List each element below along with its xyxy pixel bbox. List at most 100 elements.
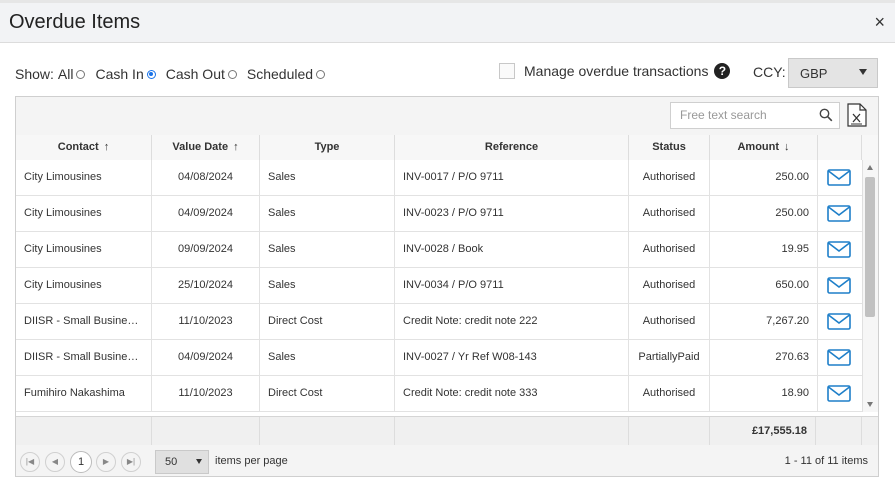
grid-header: Contact ↑ Value Date ↑ Type Reference Stat… [16, 135, 878, 161]
table-row[interactable]: Fumihiro Nakashima 11/10/2023 Direct Cos… [16, 376, 862, 412]
table-row[interactable]: DIISR - Small Business ... 04/09/2024 Sa… [16, 340, 862, 376]
column-header-type[interactable]: Type [260, 135, 395, 160]
cell-status: Authorised [629, 232, 710, 267]
sort-desc-icon: ↓ [784, 141, 790, 153]
search-box[interactable] [670, 102, 840, 129]
cell-reference: Credit Note: credit note 333 [395, 376, 629, 411]
cell-value-date: 11/10/2023 [152, 304, 260, 339]
excel-export-icon[interactable] [847, 103, 867, 127]
cell-reference: Credit Note: credit note 222 [395, 304, 629, 339]
table-row[interactable]: City Limousines 09/09/2024 Sales INV-002… [16, 232, 862, 268]
filter-all-label[interactable]: All [58, 66, 74, 82]
table-row[interactable]: DIISR - Small Business ... 11/10/2023 Di… [16, 304, 862, 340]
column-header-contact[interactable]: Contact ↑ [16, 135, 152, 160]
column-header-value-date-label: Value Date [172, 141, 229, 153]
mail-icon[interactable] [827, 277, 851, 294]
footer-cell [629, 417, 710, 446]
footer-cell [152, 417, 260, 446]
manage-overdue-checkbox[interactable] [499, 63, 515, 79]
filter-all-radio[interactable] [76, 69, 86, 79]
show-filter-group: Show: All Cash In Cash Out Scheduled [15, 63, 335, 85]
pager-info: 1 - 11 of 11 items [784, 455, 868, 467]
column-header-amount[interactable]: Amount ↓ [710, 135, 818, 160]
help-icon[interactable]: ? [714, 63, 731, 79]
footer-cell [818, 417, 862, 446]
cell-type: Sales [260, 232, 395, 267]
cell-type: Sales [260, 196, 395, 231]
vertical-scrollbar[interactable] [862, 160, 878, 412]
dialog-titlebar: Overdue Items × [0, 3, 895, 43]
total-amount: £17,555.18 [710, 417, 816, 446]
cell-contact: City Limousines [16, 268, 152, 303]
cell-amount: 7,267.20 [710, 304, 818, 339]
scroll-up-icon[interactable] [867, 165, 873, 170]
page-size-value: 50 [165, 456, 178, 468]
cell-status: PartiallyPaid [629, 340, 710, 375]
cell-contact: City Limousines [16, 196, 152, 231]
page-size-select[interactable]: 50 [155, 450, 209, 474]
next-page-icon[interactable]: ▶ [96, 452, 116, 472]
filter-cash-out-label[interactable]: Cash Out [166, 66, 225, 82]
cell-contact: Fumihiro Nakashima [16, 376, 152, 411]
manage-overdue-group: Manage overdue transactions ? [499, 63, 731, 79]
cell-value-date: 11/10/2023 [152, 376, 260, 411]
table-row[interactable]: City Limousines 04/08/2024 Sales INV-001… [16, 160, 862, 196]
column-header-reference-label: Reference [484, 141, 539, 153]
cell-amount: 270.63 [710, 340, 818, 375]
cell-type: Sales [260, 160, 395, 195]
cell-status: Authorised [629, 376, 710, 411]
grid-toolbar [16, 97, 878, 136]
manage-overdue-label[interactable]: Manage overdue transactions [524, 63, 708, 79]
cell-status: Authorised [629, 196, 710, 231]
table-row[interactable]: City Limousines 25/10/2024 Sales INV-003… [16, 268, 862, 304]
filter-cash-in-radio[interactable] [146, 69, 156, 79]
footer-cell [16, 417, 152, 446]
table-row[interactable]: City Limousines 04/09/2024 Sales INV-002… [16, 196, 862, 232]
search-icon[interactable] [819, 108, 833, 122]
filter-scheduled-radio[interactable] [316, 69, 326, 79]
mail-icon[interactable] [827, 349, 851, 366]
column-header-status[interactable]: Status [629, 135, 710, 160]
filter-cash-in-label[interactable]: Cash In [95, 66, 143, 82]
ccy-value: GBP [800, 66, 828, 81]
grid-body: City Limousines 04/08/2024 Sales INV-001… [16, 160, 878, 412]
mail-icon[interactable] [827, 241, 851, 258]
cell-value-date: 04/08/2024 [152, 160, 260, 195]
cell-value-date: 25/10/2024 [152, 268, 260, 303]
first-page-icon[interactable]: |◀ [20, 452, 40, 472]
sort-asc-icon: ↑ [103, 141, 110, 153]
cell-reference: INV-0034 / P/O 9711 [395, 268, 629, 303]
filter-scheduled-label[interactable]: Scheduled [247, 66, 313, 82]
dialog-title: Overdue Items [9, 11, 141, 33]
cell-reference: INV-0023 / P/O 9711 [395, 196, 629, 231]
mail-icon[interactable] [827, 385, 851, 402]
column-header-actions [818, 135, 862, 160]
last-page-icon[interactable]: ▶| [121, 452, 141, 472]
cell-amount: 19.95 [710, 232, 818, 267]
ccy-label: CCY: [753, 64, 786, 80]
mail-icon[interactable] [827, 313, 851, 330]
cell-contact: DIISR - Small Business ... [16, 304, 152, 339]
show-label: Show: [15, 66, 54, 82]
prev-page-icon[interactable]: ◀ [45, 452, 65, 472]
current-page[interactable]: 1 [70, 451, 92, 473]
cell-type: Direct Cost [260, 376, 395, 411]
column-header-reference[interactable]: Reference [395, 135, 629, 160]
cell-value-date: 09/09/2024 [152, 232, 260, 267]
ccy-select[interactable]: GBP [788, 58, 878, 88]
mail-icon[interactable] [827, 169, 851, 186]
cell-amount: 18.90 [710, 376, 818, 411]
close-icon[interactable]: × [874, 13, 885, 31]
cell-status: Authorised [629, 304, 710, 339]
cell-value-date: 04/09/2024 [152, 196, 260, 231]
scrollbar-thumb[interactable] [865, 177, 875, 317]
chevron-down-icon [196, 459, 202, 464]
filter-cash-out-radio[interactable] [227, 69, 237, 79]
overdue-items-grid: Contact ↑ Value Date ↑ Type Reference Stat… [15, 96, 879, 477]
search-input[interactable] [680, 108, 810, 122]
mail-icon[interactable] [827, 205, 851, 222]
column-header-value-date[interactable]: Value Date ↑ [152, 135, 260, 160]
scroll-down-icon[interactable] [867, 402, 873, 407]
grid-footer: £17,555.18 [16, 416, 878, 447]
cell-value-date: 04/09/2024 [152, 340, 260, 375]
